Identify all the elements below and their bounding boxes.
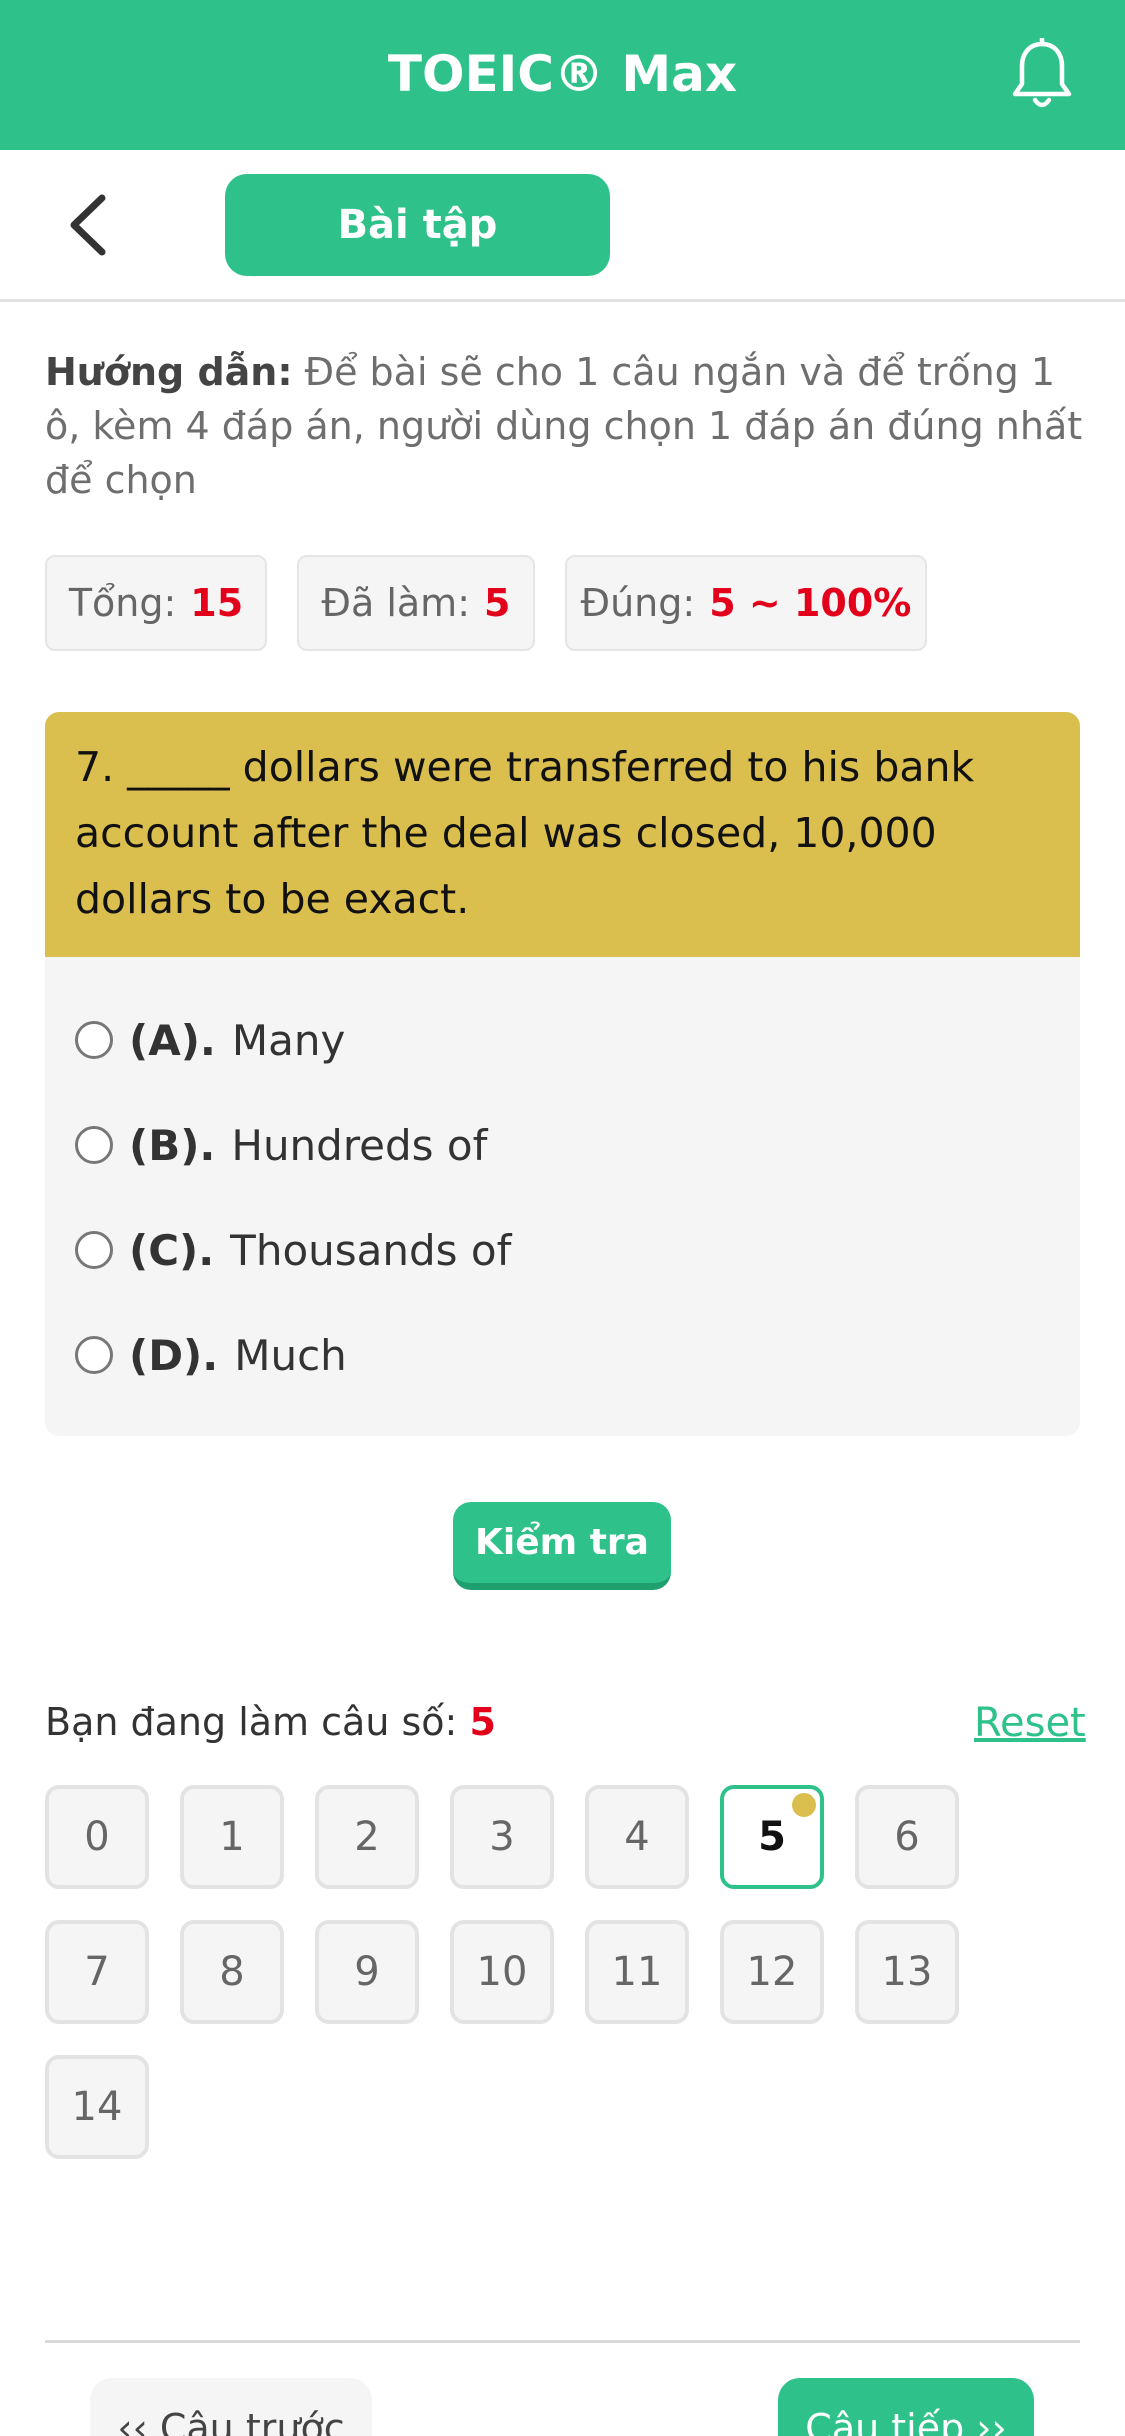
question-number-button[interactable]: 13 (855, 1920, 959, 2024)
stat-total-value: 15 (190, 581, 244, 625)
previous-question-button[interactable]: ‹‹ Câu trước (90, 2378, 372, 2436)
chevron-left-icon[interactable] (60, 192, 120, 258)
option-text: Many (231, 1015, 346, 1065)
option-key: (A). (129, 1015, 216, 1065)
option-key: (B). (129, 1120, 216, 1170)
stat-correct: Đúng: 5 ~ 100% (565, 555, 927, 651)
sub-navigation: Bài tập (0, 150, 1125, 302)
question-card: 7. _____ dollars were transferred to his… (45, 712, 1080, 1436)
question-number-label: 5 (758, 1814, 786, 1860)
instructions-label: Hướng dẫn: (45, 350, 293, 394)
question-number-button[interactable]: 2 (315, 1785, 419, 1889)
question-text: 7. _____ dollars were transferred to his… (45, 712, 1080, 957)
question-number-button[interactable]: 1 (180, 1785, 284, 1889)
stat-total-label: Tổng: (68, 581, 177, 625)
stat-done-label: Đã làm: (321, 581, 471, 625)
option-b[interactable]: (B). Hundreds of (75, 1112, 487, 1178)
stat-done-value: 5 (484, 581, 511, 625)
app-title: TOEIC® Max (387, 45, 738, 103)
bookmark-dot-icon (792, 1793, 816, 1817)
question-number-button[interactable]: 7 (45, 1920, 149, 2024)
question-number-button[interactable]: 6 (855, 1785, 959, 1889)
check-answer-button[interactable]: Kiểm tra (453, 1502, 671, 1590)
question-number-button[interactable]: 4 (585, 1785, 689, 1889)
bell-icon[interactable] (1010, 38, 1074, 114)
option-key: (D). (129, 1330, 219, 1380)
radio-button[interactable] (75, 1021, 113, 1059)
question-number-button[interactable]: 8 (180, 1920, 284, 2024)
reset-link[interactable]: Reset (974, 1700, 1086, 1746)
option-text: Much (234, 1330, 347, 1380)
option-key: (C). (129, 1225, 215, 1275)
question-number-button[interactable]: 9 (315, 1920, 419, 2024)
next-question-button[interactable]: Câu tiếp ›› (778, 2378, 1034, 2436)
instructions: Hướng dẫn: Để bài sẽ cho 1 câu ngắn và đ… (45, 345, 1085, 507)
option-a[interactable]: (A). Many (75, 1007, 345, 1073)
stat-total: Tổng: 15 (45, 555, 267, 651)
stat-correct-value: 5 ~ 100% (709, 581, 912, 625)
tab-exercises[interactable]: Bài tập (225, 174, 610, 276)
option-c[interactable]: (C). Thousands of (75, 1217, 511, 1283)
question-number-grid: 0 1 2 3 4 5 6 7 8 9 10 11 12 13 14 (45, 1785, 1005, 2160)
radio-button[interactable] (75, 1231, 113, 1269)
current-question-number: 5 (469, 1700, 496, 1744)
question-number-button[interactable]: 3 (450, 1785, 554, 1889)
current-question-indicator: Bạn đang làm câu số: 5 (45, 1700, 496, 1744)
current-question-label: Bạn đang làm câu số: (45, 1700, 458, 1744)
footer-divider (45, 2340, 1080, 2343)
question-number-button-current[interactable]: 5 (720, 1785, 824, 1889)
question-number-button[interactable]: 14 (45, 2055, 149, 2159)
option-text: Thousands of (230, 1225, 512, 1275)
stat-correct-label: Đúng: (580, 581, 696, 625)
app-header: TOEIC® Max (0, 0, 1125, 150)
question-number-button[interactable]: 11 (585, 1920, 689, 2024)
question-number-button[interactable]: 10 (450, 1920, 554, 2024)
option-d[interactable]: (D). Much (75, 1322, 347, 1388)
radio-button[interactable] (75, 1336, 113, 1374)
option-text: Hundreds of (231, 1120, 488, 1170)
question-number-button[interactable]: 12 (720, 1920, 824, 2024)
radio-button[interactable] (75, 1126, 113, 1164)
question-number-button[interactable]: 0 (45, 1785, 149, 1889)
stat-done: Đã làm: 5 (297, 555, 535, 651)
